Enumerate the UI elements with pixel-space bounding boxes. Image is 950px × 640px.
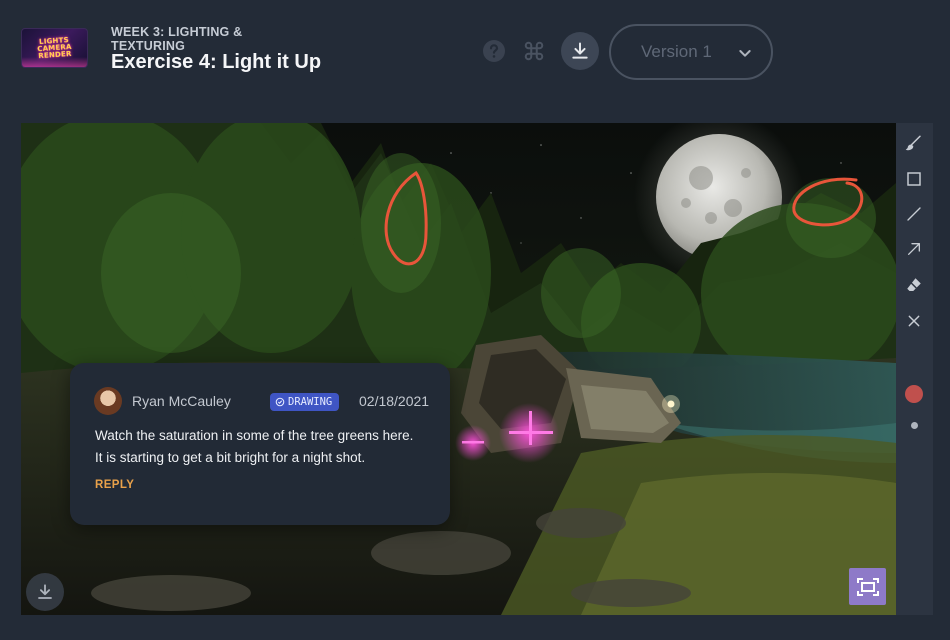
- fit-to-screen-button[interactable]: [849, 568, 886, 605]
- drawing-badge[interactable]: DRAWING: [270, 393, 340, 411]
- week-label: WEEK 3: LIGHTING & TEXTURING: [111, 25, 243, 53]
- comment-line: Watch the saturation in some of the tree…: [95, 428, 414, 443]
- clear-icon[interactable]: [903, 310, 925, 332]
- page-title: Exercise 4: Light it Up: [111, 51, 322, 73]
- download-icon: [38, 584, 52, 599]
- eraser-icon[interactable]: [903, 274, 925, 296]
- download-frame-button[interactable]: [26, 573, 64, 611]
- comment-date: 02/18/2021: [359, 393, 430, 409]
- comment-author: Ryan McCauley: [132, 393, 231, 409]
- check-circle-icon: [275, 397, 285, 407]
- drawing-toolbar: [896, 123, 933, 615]
- comment-line: It is starting to get a bit bright for a…: [95, 450, 366, 465]
- version-select[interactable]: Version 1: [609, 24, 773, 80]
- download-icon[interactable]: [561, 32, 599, 70]
- comment-card: Ryan McCauley DRAWING 02/18/2021 Watch t…: [70, 363, 450, 525]
- avatar: [94, 387, 122, 415]
- rectangle-icon[interactable]: [903, 168, 925, 190]
- course-logo: LIGHTS CAMERA RENDER: [21, 28, 88, 68]
- command-icon[interactable]: [515, 32, 553, 70]
- line-icon[interactable]: [903, 203, 925, 225]
- fit-screen-icon: [856, 577, 879, 596]
- reply-button[interactable]: REPLY: [95, 479, 134, 491]
- brush-size-picker[interactable]: [911, 422, 918, 429]
- badge-label: DRAWING: [288, 396, 333, 408]
- logo-glow: [22, 57, 87, 67]
- brush-icon[interactable]: [903, 132, 925, 154]
- help-icon[interactable]: [475, 32, 513, 70]
- chevron-down-icon: [739, 50, 751, 57]
- comment-body: Watch the saturation in some of the tree…: [95, 425, 435, 469]
- version-label: Version 1: [641, 42, 712, 61]
- arrow-icon[interactable]: [903, 238, 925, 260]
- color-picker[interactable]: [905, 385, 923, 403]
